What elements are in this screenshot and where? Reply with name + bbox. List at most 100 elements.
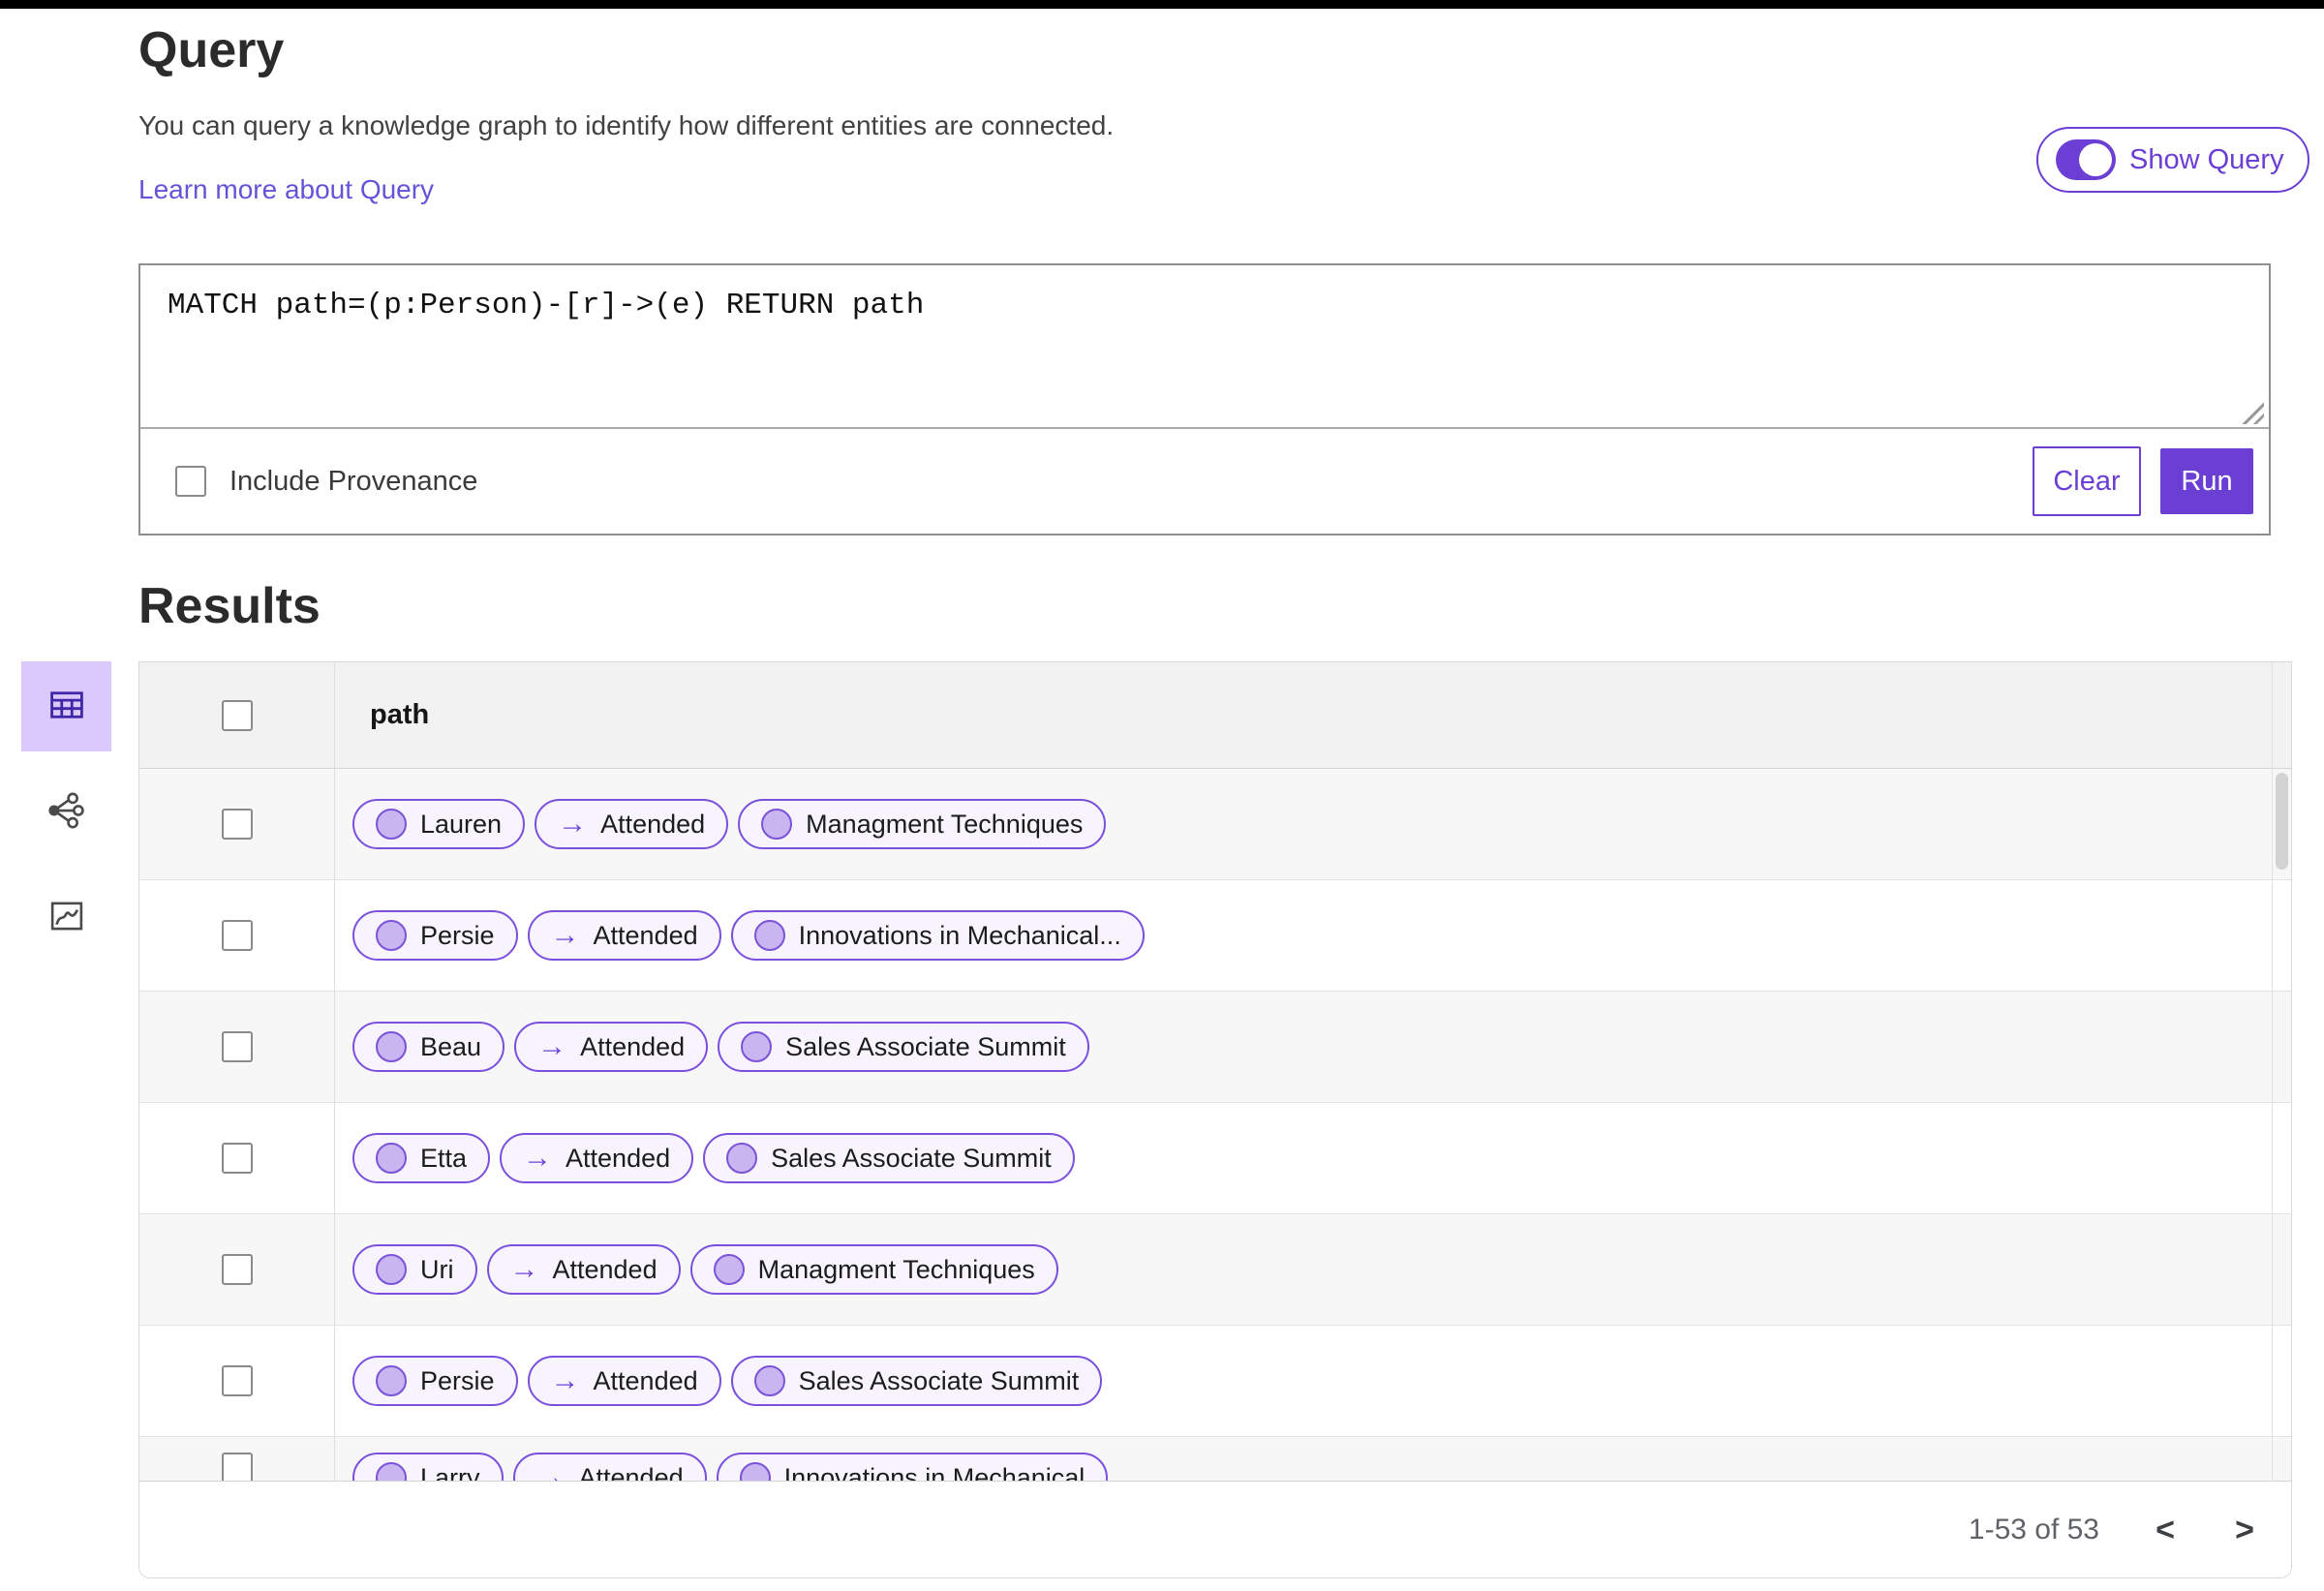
table-view-button[interactable] <box>21 661 111 751</box>
target-node-pill[interactable]: Innovations in Mechanical... <box>730 910 1145 961</box>
graph-view-button[interactable] <box>21 767 111 857</box>
edge-pill[interactable]: → Attended <box>527 910 721 961</box>
node-circle-icon <box>753 920 785 951</box>
table-row: Beau → Attended Sales Associate Summit <box>139 992 2291 1103</box>
edge-pill[interactable]: → Attended <box>500 1133 694 1183</box>
source-node-label: Larry <box>420 1462 480 1484</box>
show-query-label: Show Query <box>2129 143 2284 175</box>
target-node-pill[interactable]: Managment Techniques <box>689 1244 1058 1295</box>
source-node-pill[interactable]: Persie <box>352 1356 518 1406</box>
node-circle-icon <box>376 920 407 951</box>
results-title: Results <box>138 578 321 634</box>
table-row: Uri → Attended Managment Techniques <box>139 1214 2291 1326</box>
toggle-switch-icon[interactable] <box>2056 139 2116 180</box>
target-node-pill[interactable]: Managment Techniques <box>738 799 1107 849</box>
edge-pill[interactable]: → Attended <box>512 1453 707 1483</box>
source-node-label: Persie <box>420 920 495 950</box>
top-black-bar <box>0 0 2324 9</box>
toggle-knob <box>2079 143 2112 176</box>
arrow-right-icon: → <box>537 1030 567 1062</box>
chart-view-button[interactable] <box>21 872 111 963</box>
source-node-pill[interactable]: Etta <box>352 1133 491 1183</box>
arrow-right-icon: → <box>535 1461 566 1483</box>
target-node-label: Sales Associate Summit <box>785 1031 1066 1061</box>
learn-more-link[interactable]: Learn more about Query <box>138 174 434 205</box>
target-node-pill[interactable]: Sales Associate Summit <box>703 1133 1075 1183</box>
chart-icon <box>46 896 87 939</box>
table-row: Persie → Attended Innovations in Mechanic… <box>139 880 2291 992</box>
node-circle-icon <box>376 1254 407 1285</box>
node-circle-icon <box>376 1031 407 1062</box>
source-node-pill[interactable]: Uri <box>352 1244 477 1295</box>
select-all-checkbox[interactable] <box>221 699 253 731</box>
chevron-left-icon[interactable]: < <box>2146 1507 2185 1553</box>
target-node-label: Innovations in Mechanical... <box>798 920 1121 950</box>
source-node-pill[interactable]: Beau <box>352 1022 505 1072</box>
query-editor-panel: MATCH path=(p:Person)-[r]->(e) RETURN pa… <box>138 263 2271 535</box>
arrow-right-icon: → <box>550 919 580 951</box>
target-node-label: Sales Associate Summit <box>771 1143 1052 1173</box>
target-node-label: Sales Associate Summit <box>798 1365 1080 1395</box>
target-node-pill[interactable]: Sales Associate Summit <box>730 1356 1103 1406</box>
node-circle-icon <box>376 1365 407 1396</box>
include-provenance-checkbox[interactable] <box>175 466 206 497</box>
show-query-toggle[interactable]: Show Query <box>2036 127 2309 193</box>
arrow-right-icon: → <box>558 808 588 840</box>
row-checkbox[interactable] <box>221 920 253 951</box>
table-row: Persie → Attended Sales Associate Summit <box>139 1326 2291 1437</box>
source-node-pill[interactable]: Larry <box>352 1453 504 1483</box>
source-node-label: Persie <box>420 1365 495 1395</box>
edge-label: Attended <box>566 1143 671 1173</box>
edge-pill[interactable]: → Attended <box>527 1356 721 1406</box>
run-button[interactable]: Run <box>2160 448 2253 514</box>
node-circle-icon <box>726 1143 758 1174</box>
pagination-bar: 1-53 of 53 < > <box>139 1481 2291 1577</box>
select-all-cell <box>139 662 335 768</box>
query-input[interactable]: MATCH path=(p:Person)-[r]->(e) RETURN pa… <box>140 265 2269 429</box>
source-node-pill[interactable]: Persie <box>352 910 518 961</box>
clear-button[interactable]: Clear <box>2033 446 2141 516</box>
row-checkbox[interactable] <box>221 809 253 840</box>
graph-icon <box>46 790 87 834</box>
table-header-row: path <box>139 662 2291 769</box>
row-checkbox[interactable] <box>221 1031 253 1062</box>
table-row: Larry → Attended Innovations in Mechanica… <box>139 1437 2291 1483</box>
arrow-right-icon: → <box>550 1364 580 1396</box>
edge-pill[interactable]: → Attended <box>486 1244 681 1295</box>
node-circle-icon <box>741 1031 773 1062</box>
edge-pill[interactable]: → Attended <box>535 799 729 849</box>
table-icon <box>46 685 87 728</box>
edge-label: Attended <box>593 1365 698 1395</box>
edge-pill[interactable]: → Attended <box>514 1022 709 1072</box>
node-circle-icon <box>761 809 793 840</box>
scrollbar-track-divider <box>2272 662 2273 1483</box>
results-table: path Lauren → Attended Managment Techniqu… <box>138 661 2292 1578</box>
include-provenance-label: Include Provenance <box>229 465 478 497</box>
scrollbar-header-track <box>2273 662 2291 769</box>
page-description: You can query a knowledge graph to ident… <box>138 110 1115 140</box>
row-checkbox[interactable] <box>221 1453 253 1483</box>
arrow-right-icon: → <box>509 1253 539 1285</box>
node-circle-icon <box>753 1365 785 1396</box>
row-checkbox[interactable] <box>221 1254 253 1285</box>
scrollbar-thumb[interactable] <box>2276 773 2288 870</box>
edge-label: Attended <box>580 1031 686 1061</box>
node-circle-icon <box>713 1254 745 1285</box>
node-circle-icon <box>376 809 407 840</box>
chevron-right-icon[interactable]: > <box>2225 1507 2264 1553</box>
node-circle-icon <box>376 1143 407 1174</box>
source-node-pill[interactable]: Lauren <box>352 799 526 849</box>
source-node-label: Lauren <box>420 809 503 839</box>
arrow-right-icon: → <box>523 1142 553 1174</box>
row-checkbox[interactable] <box>221 1143 253 1174</box>
view-toolbar <box>21 661 111 963</box>
target-node-label: Managment Techniques <box>757 1254 1035 1284</box>
path-header-cell: path <box>335 662 2291 768</box>
table-body: Lauren → Attended Managment Techniques Pe… <box>139 769 2291 1483</box>
target-node-pill[interactable]: Sales Associate Summit <box>718 1022 1089 1072</box>
edge-label: Attended <box>552 1254 657 1284</box>
pagination-range: 1-53 of 53 <box>1968 1513 2099 1545</box>
path-column-header: path <box>370 699 430 730</box>
row-checkbox[interactable] <box>221 1365 253 1396</box>
target-node-pill[interactable]: Innovations in Mechanical <box>716 1453 1109 1483</box>
